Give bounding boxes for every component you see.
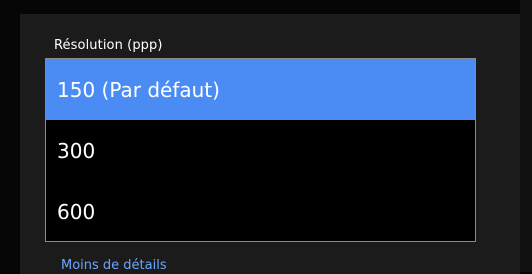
window-edge — [520, 0, 532, 272]
resolution-option-150[interactable]: 150 (Par défaut) — [46, 59, 475, 120]
resolution-option-300[interactable]: 300 — [46, 120, 475, 181]
resolution-dropdown-list[interactable]: 150 (Par défaut) 300 600 — [45, 58, 476, 242]
resolution-label: Résolution (ppp) — [54, 38, 163, 53]
resolution-option-600[interactable]: 600 — [46, 181, 475, 242]
less-details-link[interactable]: Moins de détails — [61, 258, 167, 273]
